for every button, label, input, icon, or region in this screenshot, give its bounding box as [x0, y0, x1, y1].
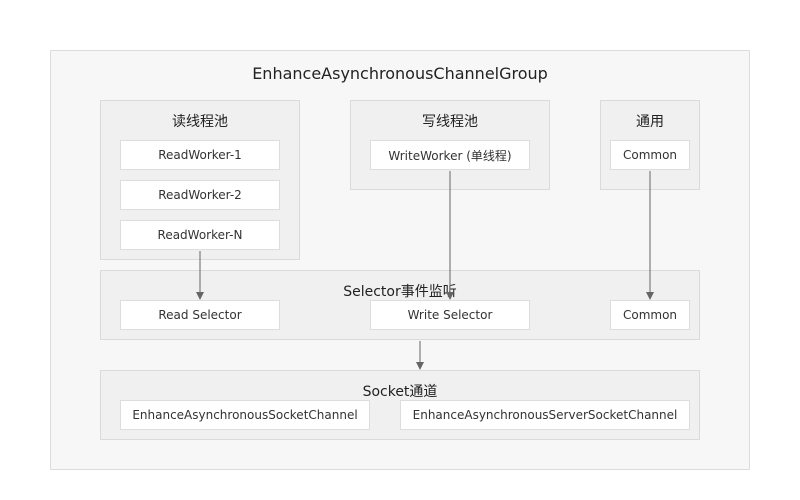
arrows-layer [196, 171, 654, 370]
